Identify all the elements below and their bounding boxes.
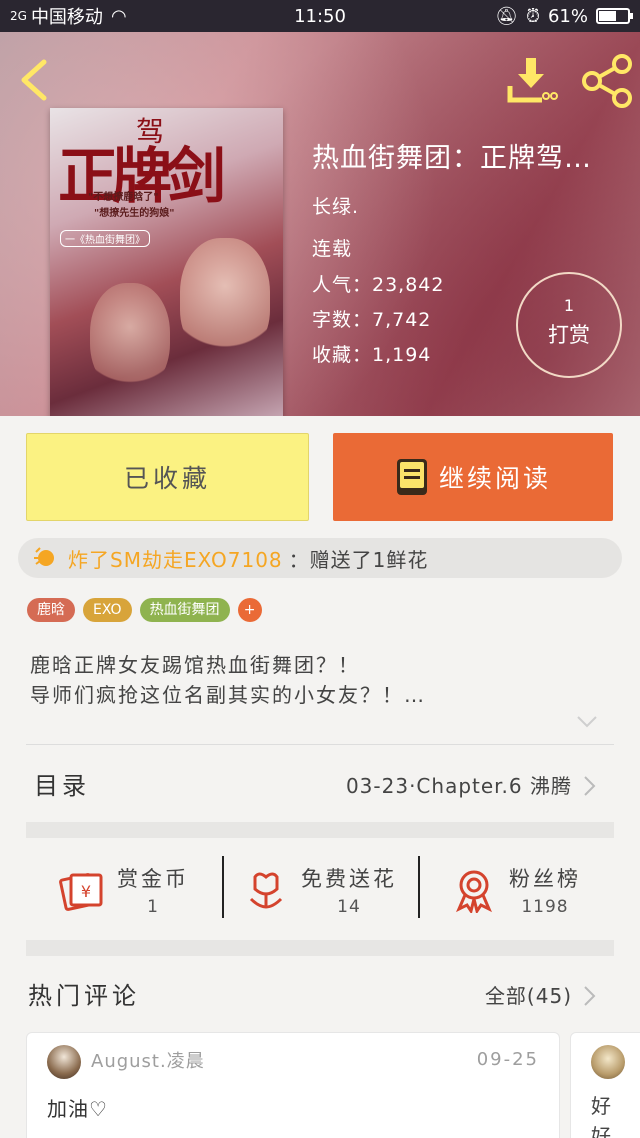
avatar[interactable]: [591, 1045, 625, 1079]
description-line: 导师们疯抢这位名副其实的小女友？！…: [30, 683, 426, 707]
stat-reward-coins[interactable]: ¥ 赏金币 1: [26, 840, 222, 940]
catalog-row[interactable]: 目录 03-23·Chapter.6 沸腾: [0, 746, 640, 822]
book-status: 连载: [312, 238, 353, 260]
svg-text:¥: ¥: [81, 882, 91, 901]
gift-message: ：赠送了1鲜花: [288, 547, 429, 572]
avatar[interactable]: [47, 1045, 81, 1079]
book-icon: [396, 459, 427, 495]
description-line: 鹿晗正牌女友踢馆热血街舞团？！: [30, 653, 360, 677]
flower-gift-icon: [34, 547, 54, 566]
book-word-count: 字数：7,742: [312, 309, 432, 331]
carrier-name: 中国移动: [30, 7, 103, 28]
wifi-icon: ◠: [110, 5, 127, 27]
all-comments-link[interactable]: 全部(45): [485, 980, 572, 1009]
section-gap: [26, 822, 614, 838]
gift-notice[interactable]: 炸了SM劫走EXO7108 ：赠送了1鲜花: [18, 538, 622, 578]
tag-list: 鹿晗 EXO 热血街舞团 +: [27, 598, 262, 622]
tip-button[interactable]: 1 打赏: [516, 272, 622, 378]
stat-value: 14: [337, 897, 361, 917]
tag-chip[interactable]: 热血街舞团: [139, 598, 230, 622]
continue-reading-label: 继续阅读: [438, 464, 551, 493]
stat-value: 1198: [521, 897, 569, 917]
book-author[interactable]: 长绿.: [312, 192, 359, 219]
tip-count: 1: [563, 296, 575, 315]
comment-date: 09-25: [476, 1049, 539, 1070]
tag-chip[interactable]: 鹿晗: [27, 598, 75, 622]
book-description[interactable]: 鹿晗正牌女友踢馆热血街舞团？！ 导师们疯抢这位名副其实的小女友？！…: [30, 650, 610, 710]
medal-icon: [456, 870, 492, 913]
stat-name: 赏金币: [117, 867, 189, 891]
gift-sender[interactable]: 炸了SM劫走EXO7108: [68, 544, 283, 573]
latest-chapter[interactable]: 03-23·Chapter.6 沸腾: [346, 770, 572, 799]
comment-text: 好: [591, 1094, 611, 1118]
cover-tagline: "不想撩鹿晗了": [88, 192, 159, 203]
expand-chevron-icon[interactable]: [575, 713, 599, 731]
divider: [26, 744, 614, 745]
signal-indicator: 2G: [10, 9, 27, 23]
stat-name: 粉丝榜: [509, 867, 581, 891]
comment-card[interactable]: August.凌晨 09-25 加油♡: [26, 1032, 560, 1138]
battery-percent: 61%: [547, 5, 588, 27]
stat-name: 免费送花: [301, 867, 397, 891]
cover-series: 一《热血街舞团》: [60, 230, 150, 247]
collected-label: 已收藏: [123, 464, 211, 493]
back-arrow-icon[interactable]: [14, 56, 54, 104]
stat-fan-ranking[interactable]: 粉丝榜 1198: [418, 840, 614, 940]
book-favorites: 收藏：1,194: [312, 344, 432, 366]
stats-row: ¥ 赏金币 1 免费送花 14 粉丝榜 1198: [26, 840, 614, 940]
share-icon[interactable]: [580, 54, 634, 108]
status-bar: 2G 中国移动 ◠ 11:50 🔕︎ ⏰︎ 61%: [0, 0, 640, 32]
continue-reading-button[interactable]: 继续阅读: [333, 433, 613, 521]
cover-art-figure: [180, 238, 270, 358]
section-gap: [26, 940, 614, 956]
comment-text: 好: [591, 1124, 611, 1138]
comment-username[interactable]: August.凌晨: [91, 1047, 205, 1073]
book-header: 驾 正牌剑 "不想撩鹿晗了" "想撩先生的狗娘" 一《热血街舞团》 热血街舞团：…: [0, 32, 640, 416]
download-icon[interactable]: [506, 54, 560, 108]
tip-label: 打赏: [548, 323, 590, 347]
alarm-icon: ⏰︎: [525, 5, 540, 27]
catalog-label: 目录: [34, 772, 90, 800]
book-title: 热血街舞团：正牌驾…: [312, 143, 592, 174]
hot-comments-label: 热门评论: [28, 982, 140, 1010]
book-popularity: 人气：23,842: [312, 274, 445, 296]
flower-icon: [249, 872, 283, 909]
chevron-right-icon: [584, 776, 596, 796]
cover-art-figure: [90, 283, 170, 393]
tag-chip[interactable]: EXO: [83, 598, 132, 622]
cover-tagline: "想撩先生的狗娘": [94, 208, 175, 219]
chevron-right-icon[interactable]: [582, 984, 598, 1008]
red-envelope-icon: ¥: [59, 873, 103, 911]
book-cover[interactable]: 驾 正牌剑 "不想撩鹿晗了" "想撩先生的狗娘" 一《热血街舞团》: [50, 108, 283, 416]
comment-text: 加油♡: [47, 1097, 108, 1121]
add-tag-button[interactable]: +: [237, 598, 262, 622]
comment-card[interactable]: 好 好: [570, 1032, 640, 1138]
stat-free-flowers[interactable]: 免费送花 14: [222, 840, 418, 940]
stat-value: 1: [147, 897, 159, 917]
hot-comments-header: 热门评论 全部(45): [0, 972, 640, 1022]
mute-icon: 🔕︎: [495, 5, 518, 27]
battery-icon: [596, 8, 633, 24]
collected-button[interactable]: 已收藏: [26, 433, 309, 521]
